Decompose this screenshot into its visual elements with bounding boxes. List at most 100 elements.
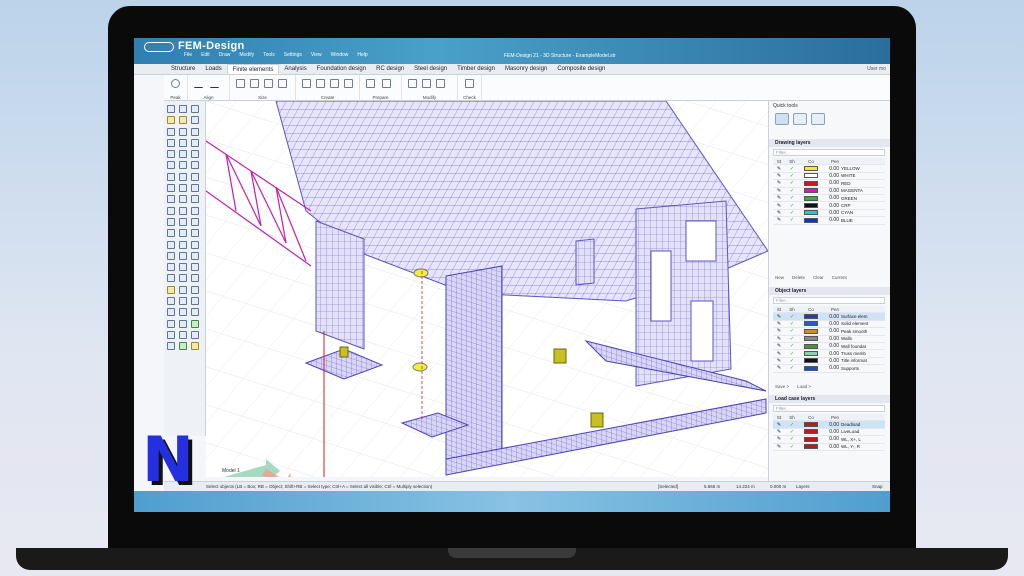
- drawing-layer-row[interactable]: ✎ ✓ 0.00 BLUE: [773, 217, 885, 225]
- support-icon[interactable]: [191, 161, 199, 170]
- measure-icon[interactable]: [179, 297, 187, 306]
- layer-color-swatch[interactable]: [804, 195, 818, 201]
- layer-color-swatch[interactable]: [804, 314, 818, 320]
- tab-loads[interactable]: Loads: [200, 64, 226, 74]
- arrow-icon[interactable]: [167, 217, 175, 226]
- prepare-options-icon[interactable]: [382, 79, 391, 88]
- clear-layer-button[interactable]: Clear: [813, 275, 824, 280]
- paste-icon[interactable]: [167, 184, 175, 193]
- chamfer-icon[interactable]: [179, 240, 187, 249]
- layer-state-icon[interactable]: ✎: [773, 328, 785, 334]
- delete-layer-button[interactable]: Delete: [792, 275, 805, 280]
- load-layers-button[interactable]: Load >: [797, 384, 811, 389]
- menu-file[interactable]: File: [184, 52, 192, 58]
- menu-help[interactable]: Help: [357, 52, 367, 58]
- menu-view[interactable]: View: [311, 52, 322, 58]
- user-link[interactable]: User mo: [867, 66, 886, 72]
- size-refine-icon[interactable]: [264, 79, 273, 88]
- layer-visible-check-icon[interactable]: ✓: [785, 314, 799, 320]
- load-case-layer-row[interactable]: ✎ ✓ 0.00 WL, Y-, R: [773, 444, 885, 451]
- cut-icon[interactable]: [167, 195, 175, 204]
- load-case-layers-header[interactable]: Load case layers: [769, 395, 890, 403]
- modify-split-icon[interactable]: [422, 79, 431, 88]
- model-tab[interactable]: Model 1: [222, 468, 240, 474]
- join-icon[interactable]: [179, 274, 187, 283]
- mesh-icon[interactable]: [191, 184, 199, 193]
- modify-merge-icon[interactable]: [436, 79, 445, 88]
- column-small[interactable]: [575, 238, 595, 286]
- divide-icon[interactable]: [179, 285, 187, 294]
- menu-settings[interactable]: Settings: [284, 52, 302, 58]
- object-layers-filter[interactable]: Filter...: [773, 297, 885, 304]
- print-icon[interactable]: [167, 138, 175, 147]
- column-icon[interactable]: [191, 127, 199, 136]
- layer-state-icon[interactable]: ✎: [773, 351, 785, 357]
- funnel-icon[interactable]: [191, 308, 199, 317]
- object-layer-row[interactable]: ✎ ✓ 0.00 Truss memb: [773, 350, 885, 358]
- drawing-layers-header[interactable]: Drawing layers: [769, 139, 890, 147]
- layer-state-icon[interactable]: ✎: [773, 422, 785, 428]
- menu-modify[interactable]: Modify: [239, 52, 254, 58]
- tab-masonry-design[interactable]: Masonry design: [500, 64, 552, 74]
- layer-color-swatch[interactable]: [804, 436, 818, 442]
- create-surface-icon[interactable]: [316, 79, 325, 88]
- pan-icon[interactable]: [179, 150, 187, 159]
- layer-color-swatch[interactable]: [804, 321, 818, 327]
- layer-visible-check-icon[interactable]: ✓: [785, 336, 799, 342]
- tab-timber-design[interactable]: Timber design: [452, 64, 500, 74]
- redo-icon[interactable]: [167, 161, 175, 170]
- tab-steel-design[interactable]: Steel design: [409, 64, 452, 74]
- copy-icon[interactable]: [167, 172, 175, 181]
- align-icon[interactable]: [179, 319, 187, 328]
- wall-left[interactable]: [315, 220, 365, 350]
- pen-icon[interactable]: [191, 285, 199, 294]
- array-icon[interactable]: [179, 251, 187, 260]
- layer-visible-check-icon[interactable]: ✓: [785, 365, 799, 371]
- size-mesh-icon[interactable]: [236, 79, 245, 88]
- rotate-icon[interactable]: [179, 161, 187, 170]
- section-icon[interactable]: [191, 217, 199, 226]
- hatch-tool-icon[interactable]: [167, 342, 175, 351]
- mirror-icon[interactable]: [179, 172, 187, 181]
- layer-visible-check-icon[interactable]: ✓: [785, 203, 799, 209]
- render-icon[interactable]: [191, 251, 199, 260]
- layer-visible-check-icon[interactable]: ✓: [785, 436, 799, 442]
- table-icon[interactable]: [191, 206, 199, 215]
- layer-color-swatch[interactable]: [804, 343, 818, 349]
- object-layer-row[interactable]: ✎ ✓ 0.00 Peak smooth: [773, 328, 885, 336]
- light-icon[interactable]: [191, 240, 199, 249]
- drawing-layers-filter[interactable]: Filter...: [773, 149, 885, 156]
- layer-color-swatch[interactable]: [804, 203, 818, 209]
- fill-tool-icon[interactable]: [167, 285, 175, 294]
- check-icon[interactable]: [465, 79, 474, 88]
- dimension-tool-icon[interactable]: [167, 308, 175, 317]
- layer-color-swatch[interactable]: [804, 173, 818, 179]
- object-layer-row[interactable]: ✎ ✓ 0.00 Surface elem: [773, 313, 885, 321]
- plate-icon[interactable]: [191, 138, 199, 147]
- drawing-layer-row[interactable]: ✎ ✓ 0.00 WHITE: [773, 173, 885, 181]
- stretch-icon[interactable]: [179, 308, 187, 317]
- load-case-layer-row[interactable]: ✎ ✓ 0.00 LiveLoad: [773, 429, 885, 437]
- select-icon[interactable]: [167, 206, 175, 215]
- text-tool-icon[interactable]: [167, 297, 175, 306]
- create-point-icon[interactable]: [344, 79, 353, 88]
- open-folder-icon[interactable]: [167, 116, 175, 125]
- angle-tool-icon[interactable]: [167, 319, 175, 328]
- new-layer-button[interactable]: New: [775, 275, 784, 280]
- menu-window[interactable]: Window: [331, 52, 349, 58]
- extend-icon[interactable]: [179, 217, 187, 226]
- layer-state-icon[interactable]: ✎: [773, 188, 785, 194]
- layer-color-swatch[interactable]: [804, 180, 818, 186]
- tab-foundation-design[interactable]: Foundation design: [312, 64, 371, 74]
- tab-analysis[interactable]: Analysis: [279, 64, 311, 74]
- modify-move-icon[interactable]: [408, 79, 417, 88]
- fillet-icon[interactable]: [179, 229, 187, 238]
- wall-center[interactable]: [445, 265, 503, 462]
- layer-state-icon[interactable]: ✎: [773, 365, 785, 371]
- object-layer-row[interactable]: ✎ ✓ 0.00 Title informat: [773, 358, 885, 366]
- layer-visible-check-icon[interactable]: ✓: [785, 444, 799, 450]
- layer-visible-check-icon[interactable]: ✓: [785, 166, 799, 172]
- scale-icon[interactable]: [179, 184, 187, 193]
- drawing-layer-row[interactable]: ✎ ✓ 0.00 CYAN: [773, 210, 885, 218]
- rectangle-tool-icon[interactable]: [167, 240, 175, 249]
